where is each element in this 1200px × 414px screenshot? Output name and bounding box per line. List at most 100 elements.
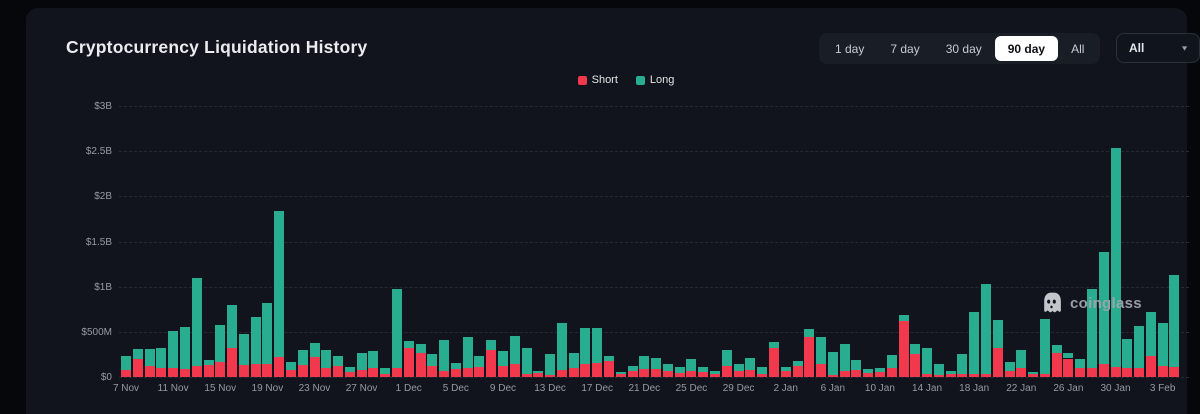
bar-short-19-Nov[interactable] xyxy=(262,364,272,377)
bar-short-10-Nov[interactable] xyxy=(156,368,166,377)
bar-short-10-Jan[interactable] xyxy=(875,372,885,377)
bar-short-12-Jan[interactable] xyxy=(899,321,909,378)
bar-short-2-Jan[interactable] xyxy=(781,371,791,377)
bar-short-4-Dec[interactable] xyxy=(439,371,449,377)
bar-long-16-Nov[interactable] xyxy=(227,305,237,348)
bar-long-1-Dec[interactable] xyxy=(404,341,414,348)
bar-long-9-Dec[interactable] xyxy=(498,351,508,366)
bar-long-26-Nov[interactable] xyxy=(345,367,355,372)
bar-short-5-Dec[interactable] xyxy=(451,369,461,377)
bar-short-18-Dec[interactable] xyxy=(604,361,614,377)
bar-short-5-Jan[interactable] xyxy=(816,364,826,377)
bar-long-30-Dec[interactable] xyxy=(745,358,755,370)
bar-short-9-Nov[interactable] xyxy=(145,366,155,377)
bar-short-6-Dec[interactable] xyxy=(463,368,473,377)
bar-short-24-Jan[interactable] xyxy=(1040,374,1050,377)
bar-short-3-Jan[interactable] xyxy=(793,366,803,377)
bar-short-15-Dec[interactable] xyxy=(569,368,579,377)
bar-short-16-Nov[interactable] xyxy=(227,348,237,377)
bar-short-17-Nov[interactable] xyxy=(239,365,249,377)
bar-short-25-Dec[interactable] xyxy=(686,371,696,377)
bar-long-31-Dec[interactable] xyxy=(757,367,767,374)
bar-long-28-Dec[interactable] xyxy=(722,350,732,366)
bar-long-6-Jan[interactable] xyxy=(828,352,838,375)
bar-long-2-Dec[interactable] xyxy=(416,344,426,353)
bar-short-29-Nov[interactable] xyxy=(380,374,390,377)
bar-long-16-Jan[interactable] xyxy=(946,371,956,374)
bar-long-17-Dec[interactable] xyxy=(592,328,602,363)
bar-short-6-Jan[interactable] xyxy=(828,375,838,377)
bar-long-10-Dec[interactable] xyxy=(510,336,520,364)
bar-long-27-Nov[interactable] xyxy=(357,353,367,370)
bar-short-23-Jan[interactable] xyxy=(1028,374,1038,377)
bar-short-20-Nov[interactable] xyxy=(274,357,284,377)
bar-long-27-Dec[interactable] xyxy=(710,371,720,374)
bar-short-1-Feb[interactable] xyxy=(1134,368,1144,377)
bar-long-4-Jan[interactable] xyxy=(804,329,814,337)
bar-short-21-Dec[interactable] xyxy=(639,369,649,377)
bar-short-11-Jan[interactable] xyxy=(887,368,897,377)
bar-long-26-Jan[interactable] xyxy=(1063,353,1073,359)
bar-short-26-Dec[interactable] xyxy=(698,372,708,377)
bar-long-30-Nov[interactable] xyxy=(392,289,402,369)
bar-short-7-Dec[interactable] xyxy=(474,367,484,377)
bar-long-21-Jan[interactable] xyxy=(1005,362,1015,371)
bar-short-27-Dec[interactable] xyxy=(710,374,720,377)
bar-long-19-Jan[interactable] xyxy=(981,284,991,375)
bar-long-1-Jan[interactable] xyxy=(769,342,779,348)
bar-long-18-Dec[interactable] xyxy=(604,356,614,361)
bar-short-14-Jan[interactable] xyxy=(922,374,932,377)
bar-long-29-Nov[interactable] xyxy=(380,368,390,374)
bar-short-27-Nov[interactable] xyxy=(357,370,367,377)
bar-long-19-Dec[interactable] xyxy=(616,372,626,374)
bar-short-10-Dec[interactable] xyxy=(510,364,520,377)
bar-short-25-Jan[interactable] xyxy=(1052,353,1062,377)
bar-long-27-Jan[interactable] xyxy=(1075,359,1085,368)
bar-short-18-Nov[interactable] xyxy=(251,364,261,377)
bar-long-30-Jan[interactable] xyxy=(1111,148,1121,368)
bar-short-15-Jan[interactable] xyxy=(934,375,944,377)
bar-long-18-Jan[interactable] xyxy=(969,312,979,375)
bar-long-5-Jan[interactable] xyxy=(816,337,826,364)
bar-long-12-Dec[interactable] xyxy=(533,371,543,373)
bar-long-8-Jan[interactable] xyxy=(851,360,861,370)
bar-short-4-Jan[interactable] xyxy=(804,337,814,377)
bar-short-1-Dec[interactable] xyxy=(404,348,414,377)
bar-long-7-Dec[interactable] xyxy=(474,356,484,367)
bar-short-29-Jan[interactable] xyxy=(1099,364,1109,377)
symbol-filter-dropdown[interactable]: All ▼ xyxy=(1116,33,1200,63)
bar-short-13-Jan[interactable] xyxy=(910,354,920,377)
bar-long-14-Jan[interactable] xyxy=(922,348,932,374)
legend-item-long[interactable]: Long xyxy=(636,74,674,86)
bar-long-3-Jan[interactable] xyxy=(793,361,803,366)
bar-short-21-Jan[interactable] xyxy=(1005,371,1015,377)
bar-long-8-Dec[interactable] xyxy=(486,340,496,350)
bar-long-28-Nov[interactable] xyxy=(368,351,378,368)
bar-long-3-Feb[interactable] xyxy=(1158,323,1168,366)
bar-short-8-Nov[interactable] xyxy=(133,359,143,377)
bar-short-19-Dec[interactable] xyxy=(616,374,626,377)
bar-short-8-Dec[interactable] xyxy=(486,350,496,377)
bar-long-24-Dec[interactable] xyxy=(675,367,685,373)
bar-long-11-Dec[interactable] xyxy=(522,348,532,374)
bar-short-23-Nov[interactable] xyxy=(310,357,320,377)
bar-long-10-Nov[interactable] xyxy=(156,348,166,368)
bar-short-11-Dec[interactable] xyxy=(522,374,532,377)
bar-long-23-Dec[interactable] xyxy=(663,364,673,371)
bar-long-10-Jan[interactable] xyxy=(875,368,885,372)
bar-short-24-Nov[interactable] xyxy=(321,368,331,377)
bar-long-29-Dec[interactable] xyxy=(734,364,744,371)
bar-long-14-Nov[interactable] xyxy=(204,360,214,365)
bar-short-22-Jan[interactable] xyxy=(1016,368,1026,377)
bar-long-21-Nov[interactable] xyxy=(286,362,296,370)
bar-long-7-Jan[interactable] xyxy=(840,344,850,371)
bar-long-20-Dec[interactable] xyxy=(628,366,638,371)
range-button-30day[interactable]: 30 day xyxy=(933,36,995,61)
bar-short-13-Nov[interactable] xyxy=(192,366,202,377)
bar-long-20-Nov[interactable] xyxy=(274,211,284,357)
bar-long-22-Dec[interactable] xyxy=(651,358,661,369)
bar-short-18-Jan[interactable] xyxy=(969,374,979,377)
bar-short-4-Feb[interactable] xyxy=(1169,367,1179,377)
bar-long-2-Jan[interactable] xyxy=(781,367,791,371)
bar-short-26-Nov[interactable] xyxy=(345,372,355,377)
